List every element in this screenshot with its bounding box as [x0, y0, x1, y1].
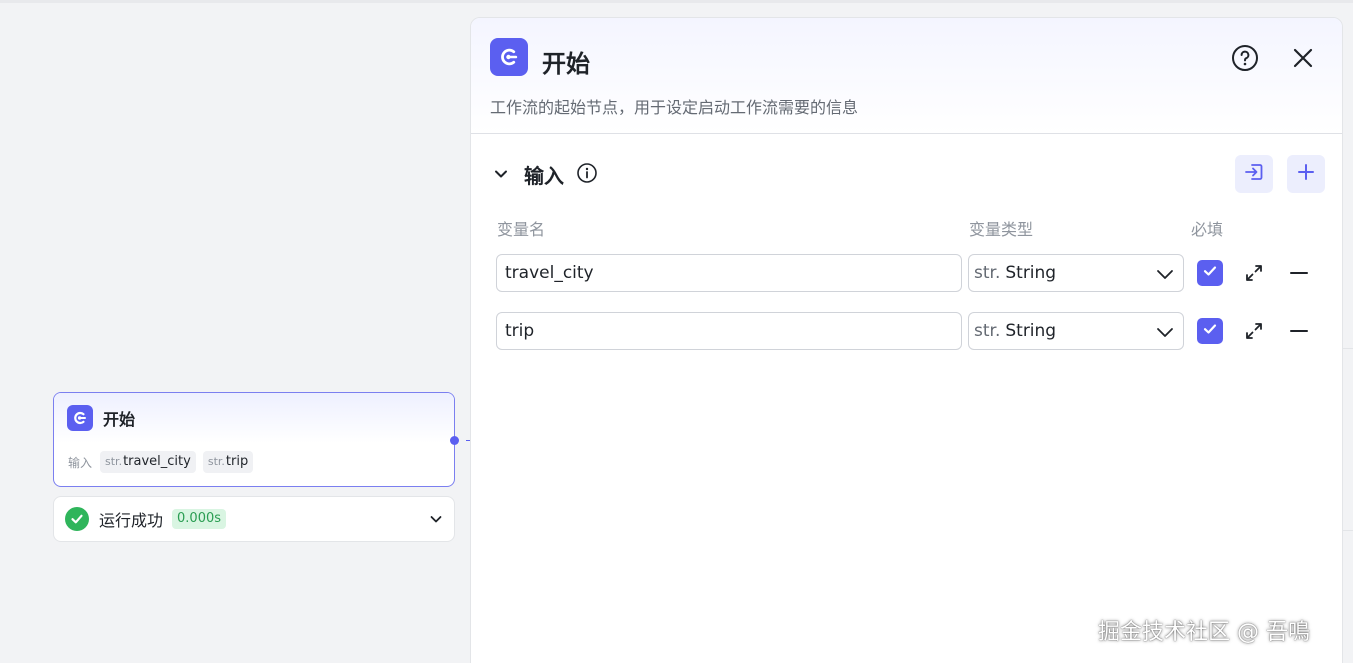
required-checkbox[interactable] — [1197, 260, 1223, 286]
node-output-handle[interactable] — [450, 436, 459, 445]
import-icon — [1243, 161, 1265, 187]
expand-icon[interactable] — [1243, 320, 1265, 342]
minus-icon[interactable] — [1288, 320, 1310, 342]
variable-type-select[interactable]: str. String — [968, 254, 1184, 292]
inputs-label: 输入 — [68, 455, 93, 470]
success-check-icon — [65, 507, 89, 531]
variable-name-input[interactable] — [496, 312, 962, 350]
info-icon[interactable] — [576, 162, 598, 188]
type-prefix: str. — [974, 263, 1001, 283]
variable-row: str. String — [471, 254, 1342, 292]
type-value: String — [1005, 263, 1057, 283]
chevron-down-icon[interactable] — [492, 165, 510, 187]
var-name: trip — [225, 454, 249, 469]
workflow-start-icon — [490, 38, 528, 76]
chevron-down-icon — [1156, 324, 1174, 344]
column-header-name: 变量名 — [497, 220, 546, 239]
type-prefix: str. — [974, 321, 1001, 341]
help-icon[interactable] — [1231, 44, 1259, 72]
start-node-card[interactable]: 开始 输入 str. travel_city str. trip — [53, 392, 455, 487]
run-status-label: 运行成功 — [99, 511, 164, 530]
variable-name-input[interactable] — [496, 254, 962, 292]
var-tag: str. trip — [202, 451, 254, 473]
node-config-panel: 开始 工作流的起始节点，用于设定启动工作流需要的信息 输入 变量名 变量类型 必… — [470, 17, 1343, 663]
minus-icon[interactable] — [1288, 262, 1310, 284]
column-header-type: 变量类型 — [969, 220, 1034, 239]
run-status-card[interactable]: 运行成功 0.000s — [53, 496, 455, 542]
input-section-title: 输入 — [524, 164, 564, 188]
check-icon — [1202, 263, 1218, 283]
close-icon[interactable] — [1289, 44, 1317, 72]
watermark: 掘金技术社区 @ 吾鳴 — [1098, 620, 1310, 645]
var-tag: str. travel_city — [100, 451, 196, 473]
start-node-header: 开始 — [54, 393, 454, 443]
chevron-down-icon — [1156, 266, 1174, 286]
variable-type-select[interactable]: str. String — [968, 312, 1184, 350]
top-border — [0, 0, 1353, 3]
var-name: travel_city — [123, 454, 191, 469]
panel-title: 开始 — [542, 50, 590, 78]
run-time-badge: 0.000s — [172, 509, 227, 529]
column-header-required: 必填 — [1191, 220, 1224, 239]
start-node-title: 开始 — [103, 410, 136, 429]
chevron-down-icon[interactable] — [428, 511, 444, 531]
start-node-inputs: 输入 str. travel_city str. trip — [54, 451, 454, 473]
required-checkbox[interactable] — [1197, 318, 1223, 344]
panel-description: 工作流的起始节点，用于设定启动工作流需要的信息 — [490, 98, 859, 117]
input-section-header[interactable]: 输入 — [471, 154, 1342, 194]
variable-row: str. String — [471, 312, 1342, 350]
var-type: str. — [105, 455, 123, 468]
var-type: str. — [207, 455, 225, 468]
divider — [1343, 348, 1353, 349]
panel-header: 开始 工作流的起始节点，用于设定启动工作流需要的信息 — [471, 18, 1342, 134]
add-variable-button[interactable] — [1287, 155, 1325, 193]
check-icon — [1202, 321, 1218, 341]
expand-icon[interactable] — [1243, 262, 1265, 284]
divider — [1343, 530, 1353, 531]
workflow-start-icon — [67, 405, 93, 431]
plus-icon — [1296, 162, 1316, 186]
import-variables-button[interactable] — [1235, 155, 1273, 193]
type-value: String — [1005, 321, 1057, 341]
